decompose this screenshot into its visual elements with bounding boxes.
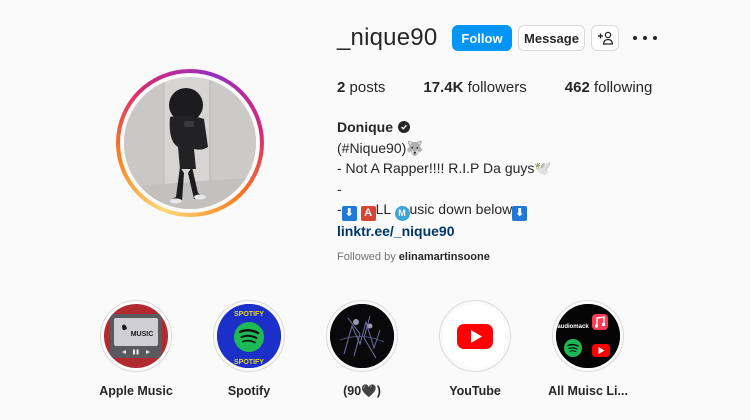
cover-text: SPOTIFY bbox=[234, 311, 264, 318]
down-arrow-icon: ⬇ bbox=[341, 206, 357, 221]
username: _nique90 bbox=[337, 24, 438, 51]
highlight-90[interactable]: (90🖤) bbox=[312, 300, 412, 399]
circled-m-icon: M bbox=[394, 206, 410, 221]
followed-by[interactable]: Followed by elinamartinsoone bbox=[337, 247, 552, 268]
highlight-all-music-links[interactable]: audiomack All Muisc Li... bbox=[538, 300, 638, 398]
highlight-ring: SPOTIFY SPOTIFY bbox=[213, 300, 285, 372]
highlight-cover: MUSIC bbox=[104, 304, 168, 368]
avatar-gap bbox=[120, 73, 260, 213]
apple-music-cover: MUSIC bbox=[110, 314, 162, 358]
follow-button[interactable]: Follow bbox=[452, 25, 512, 51]
profile-bio: Donique (#Nique90)🐺 - Not A Rapper!!!! R… bbox=[337, 117, 552, 267]
message-button[interactable]: Message bbox=[518, 25, 585, 51]
bio-line-1: (#Nique90)🐺 bbox=[337, 139, 424, 156]
more-options-icon[interactable] bbox=[633, 28, 657, 48]
story-highlights: MUSIC Apple Music SPOTIFY SPOTIFY Spotif… bbox=[99, 300, 640, 410]
bio-line-2: - Not A Rapper!!!! R.I.P Da guys🕊️ bbox=[337, 160, 552, 176]
highlight-spotify[interactable]: SPOTIFY SPOTIFY Spotify bbox=[199, 300, 299, 398]
highlight-label: (90🖤) bbox=[343, 384, 381, 398]
highlight-label: Apple Music bbox=[99, 384, 173, 398]
display-name: Donique bbox=[337, 117, 552, 138]
highlight-apple-music[interactable]: MUSIC Apple Music bbox=[86, 300, 186, 398]
followers-link[interactable]: 17.4K followers bbox=[423, 79, 526, 96]
highlight-cover bbox=[443, 304, 507, 368]
bio-line-3: - bbox=[337, 180, 342, 197]
dot bbox=[653, 36, 657, 40]
highlight-ring: MUSIC bbox=[100, 300, 172, 372]
dot bbox=[633, 36, 637, 40]
profile-stats: 2 posts 17.4K followers 462 following bbox=[337, 79, 690, 96]
badge-icon bbox=[398, 121, 410, 134]
bio-text: LL bbox=[375, 201, 395, 217]
letter-a-icon: A bbox=[360, 206, 376, 221]
display-name-text: Donique bbox=[337, 119, 393, 135]
highlight-ring bbox=[326, 300, 398, 372]
bio-link[interactable]: linktr.ee/_nique90 bbox=[337, 221, 552, 242]
highlight-cover: audiomack bbox=[556, 304, 620, 368]
music-apps-cover: audiomack bbox=[556, 304, 620, 368]
highlight-youtube[interactable]: YouTube bbox=[425, 300, 525, 398]
avatar-photo bbox=[124, 77, 256, 209]
avatar[interactable] bbox=[124, 77, 256, 209]
posts-count: 2 posts bbox=[337, 79, 386, 96]
highlight-cover: SPOTIFY SPOTIFY bbox=[217, 304, 281, 368]
youtube-icon bbox=[457, 324, 493, 349]
highlight-label: Spotify bbox=[227, 384, 271, 398]
highlight-label: YouTube bbox=[449, 384, 501, 398]
following-link[interactable]: 462 following bbox=[565, 79, 653, 96]
highlight-ring bbox=[439, 300, 511, 372]
cover-text: audiomack bbox=[557, 324, 589, 330]
bio-line-4: - ⬇ A LL Music down below ⬇ bbox=[337, 199, 552, 221]
cover-text: MUSIC bbox=[131, 331, 154, 338]
artwork-cover bbox=[330, 304, 394, 368]
suggested-users-button[interactable] bbox=[591, 25, 619, 51]
profile-avatar-ring[interactable] bbox=[116, 69, 264, 217]
spotify-cover: SPOTIFY SPOTIFY bbox=[217, 304, 281, 368]
highlight-label: All Muisc Li... bbox=[548, 384, 628, 398]
highlight-ring: audiomack bbox=[552, 300, 624, 372]
highlight-cover bbox=[330, 304, 394, 368]
bio-text: usic down below bbox=[409, 201, 513, 217]
profile-header: _nique90 bbox=[337, 24, 437, 52]
cover-text: SPOTIFY bbox=[234, 359, 264, 366]
followed-by-prefix: Followed by bbox=[337, 250, 399, 263]
dot bbox=[643, 36, 647, 40]
down-arrow-icon: ⬇ bbox=[512, 206, 528, 221]
add-person-icon bbox=[598, 31, 613, 45]
followed-by-user[interactable]: elinamartinsoone bbox=[399, 251, 490, 263]
bio-text: - bbox=[337, 201, 342, 217]
